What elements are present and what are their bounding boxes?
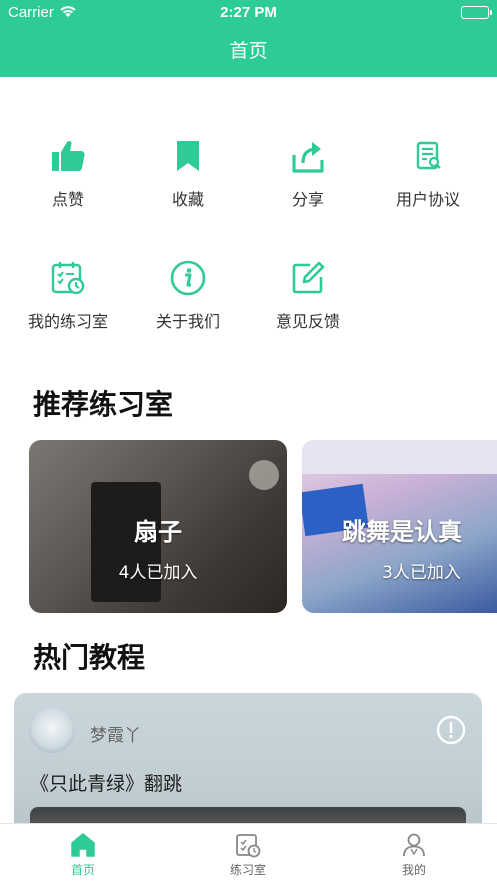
alert-circle-icon[interactable] xyxy=(436,715,466,749)
practice-room-icon xyxy=(236,834,261,858)
room-card-title: 跳舞是认真 xyxy=(342,518,462,546)
recommended-section-title: 推荐练习室 xyxy=(33,388,174,421)
room-card-joined: 4人已加入 xyxy=(118,563,198,583)
like-label: 点赞 xyxy=(51,190,84,209)
tutorials-section-title: 热门教程 xyxy=(33,641,146,674)
room-card-fan[interactable]: 扇子 4人已加入 xyxy=(29,440,287,613)
home-icon xyxy=(71,833,95,857)
profile-icon xyxy=(403,833,425,857)
calendar-check-icon xyxy=(51,262,85,295)
room-card-dance[interactable]: 跳舞是认真 3人已加入 xyxy=(302,440,497,613)
share-icon xyxy=(292,142,324,173)
tab-home-label: 首页 xyxy=(70,863,95,877)
bookmark-icon xyxy=(177,141,199,171)
battery-icon xyxy=(461,6,492,19)
favorite-button[interactable]: 收藏 xyxy=(128,138,248,210)
tab-practice-room-label: 练习室 xyxy=(229,863,266,877)
tab-practice-room[interactable]: 练习室 xyxy=(188,832,308,878)
share-button[interactable]: 分享 xyxy=(248,138,368,210)
user-agreement-label: 用户协议 xyxy=(395,190,460,209)
user-agreement-button[interactable]: 用户协议 xyxy=(368,138,488,210)
about-us-label: 关于我们 xyxy=(155,312,220,331)
room-card-joined: 3人已加入 xyxy=(382,563,461,583)
tab-profile-label: 我的 xyxy=(401,863,426,877)
feedback-label: 意见反馈 xyxy=(275,312,340,331)
about-us-button[interactable]: 关于我们 xyxy=(128,260,248,332)
lamp-shade xyxy=(249,460,279,490)
tab-bar: 首页 练习室 我的 xyxy=(0,823,497,883)
my-practice-room-label: 我的练习室 xyxy=(27,312,108,331)
my-practice-room-button[interactable]: 我的练习室 xyxy=(8,260,128,332)
tab-profile[interactable]: 我的 xyxy=(354,832,474,878)
app-header: Carrier 2:27 PM 首页 xyxy=(0,0,497,77)
favorite-label: 收藏 xyxy=(171,190,204,209)
room-card-title: 扇子 xyxy=(134,518,182,546)
info-icon xyxy=(170,260,206,296)
status-bar: Carrier 2:27 PM xyxy=(0,0,497,26)
status-time: 2:27 PM xyxy=(220,4,277,21)
feedback-button[interactable]: 意见反馈 xyxy=(248,260,368,332)
page-title: 首页 xyxy=(229,40,268,62)
like-button[interactable]: 点赞 xyxy=(8,138,128,210)
tab-home[interactable]: 首页 xyxy=(23,832,143,878)
thumbs-up-icon xyxy=(52,140,85,171)
share-label: 分享 xyxy=(291,190,324,209)
agreement-icon xyxy=(416,141,441,170)
avatar[interactable] xyxy=(29,707,75,753)
edit-icon xyxy=(292,261,325,294)
tutorial-title: 《只此青绿》翻跳 xyxy=(30,773,183,795)
author-name[interactable]: 梦霞丫 xyxy=(90,721,141,746)
poster-banner xyxy=(302,440,497,474)
